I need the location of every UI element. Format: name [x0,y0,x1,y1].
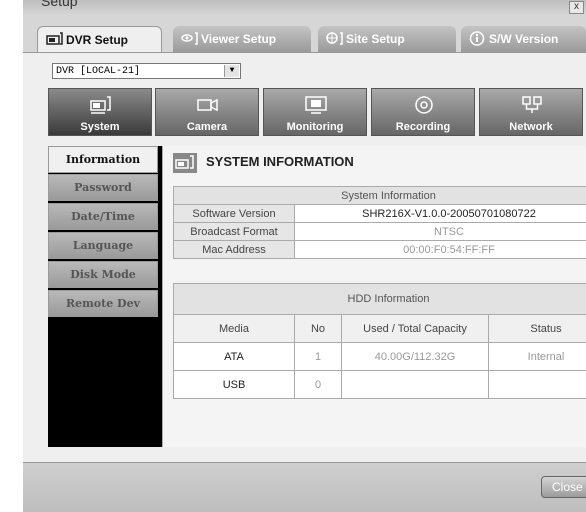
close-button[interactable]: Close [541,476,586,498]
media-cell: ATA [173,342,295,371]
system-sidebar: Information Password Date/Time Language … [48,146,162,447]
column-header: Status [488,314,586,343]
tab-label: Site Setup [346,32,405,46]
broadcast-format-value: NTSC [294,222,586,241]
category-label: Camera [186,121,228,133]
footer-bar [23,462,586,512]
tab-dvr-setup[interactable]: DVR Setup [37,26,162,54]
title-bar: Setup x [23,0,586,14]
site-setup-icon [326,32,343,45]
row-label: Software Version [173,204,295,223]
tab-site-setup[interactable]: Site Setup [318,26,456,52]
category-label: System [80,121,120,133]
category-system[interactable]: System [48,88,152,136]
table-row: Mac Address 00:00:F0:54:FF:FF [173,240,586,259]
capacity-cell: 40.00G/112.32G [341,342,489,371]
category-label: Network [509,121,553,133]
chevron-down-icon[interactable]: ▼ [224,65,239,77]
sidebar-item-remote-dev[interactable]: Remote Dev [48,290,158,317]
software-version-value: SHR216X-V1.0.0-20050701080722 [294,204,586,223]
sidebar-item-information[interactable]: Information [48,146,158,173]
tab-sw-version[interactable]: S/W Version [461,26,586,52]
status-cell: Internal [488,342,586,371]
table-row: ATA 1 40.00G/112.32G Internal [173,342,586,371]
column-header: Media [173,314,295,343]
table-header: HDD Information [173,283,586,315]
sidebar-item-date-time[interactable]: Date/Time [48,203,158,230]
status-cell [488,370,586,399]
system-icon [173,153,197,173]
tab-viewer-setup[interactable]: Viewer Setup [173,26,311,52]
category-bar: System Camera Monitoring Recording Netwo… [48,88,586,136]
setup-window: Setup x DVR Setup Viewer Setup Site Setu… [23,0,586,512]
window-title: Setup [41,0,78,9]
column-header: Used / Total Capacity [341,314,489,343]
monitor-icon [305,96,327,114]
table-row: Broadcast Format NTSC [173,222,586,241]
category-label: Monitoring [286,121,344,133]
sidebar-item-password[interactable]: Password [48,174,158,201]
no-cell: 0 [294,370,342,399]
sidebar-item-disk-mode[interactable]: Disk Mode [48,261,158,288]
category-network[interactable]: Network [479,88,583,136]
no-cell: 1 [294,342,342,371]
row-label: Mac Address [173,240,295,259]
row-label: Broadcast Format [173,222,295,241]
tab-label: S/W Version [489,32,559,46]
category-label: Recording [395,121,451,133]
page-title: SYSTEM INFORMATION [206,154,354,169]
tab-label: Viewer Setup [201,32,277,46]
category-camera[interactable]: Camera [155,88,259,136]
system-information-panel: SYSTEM INFORMATION System Information So… [162,146,586,447]
setup-tabs: DVR Setup Viewer Setup Site Setup S/W Ve… [23,26,586,54]
table-header: System Information [173,186,586,205]
category-monitoring[interactable]: Monitoring [263,88,367,136]
mac-address-value: 00:00:F0:54:FF:FF [294,240,586,259]
category-recording[interactable]: Recording [371,88,475,136]
info-icon [469,31,485,46]
dvr-select-value: DVR [LOCAL-21] [56,66,141,77]
tab-label: DVR Setup [66,33,129,47]
system-icon [90,96,111,114]
window-close-icon[interactable]: x [569,1,584,14]
system-information-table: System Information Software Version SHR2… [173,186,586,259]
dvr-setup-icon [46,32,63,45]
media-cell: USB [173,370,295,399]
camera-icon [197,98,218,112]
dvr-select[interactable]: DVR [LOCAL-21] ▼ [52,63,241,79]
sidebar-item-language[interactable]: Language [48,232,158,259]
network-icon [522,96,542,113]
viewer-setup-icon [181,32,198,45]
capacity-cell [341,370,489,399]
recording-icon [415,96,433,114]
table-row: USB 0 [173,370,586,399]
table-row: Software Version SHR216X-V1.0.0-20050701… [173,204,586,223]
hdd-information-table: HDD Information Media No Used / Total Ca… [173,283,586,399]
column-header: No [294,314,342,343]
